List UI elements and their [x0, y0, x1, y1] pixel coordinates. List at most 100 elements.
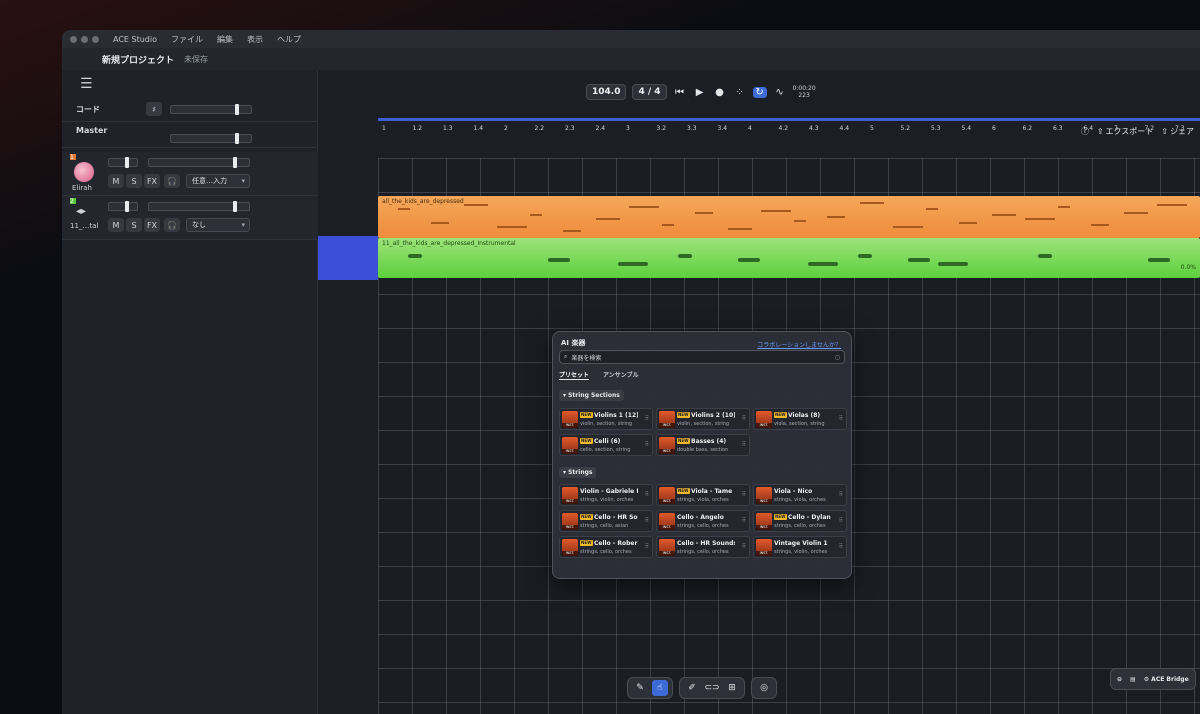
drag-handle-icon[interactable]: ⠿ — [839, 517, 843, 524]
drag-handle-icon[interactable]: ⠿ — [839, 543, 843, 550]
vocal-note[interactable] — [1157, 204, 1187, 206]
vocal-note[interactable] — [662, 224, 674, 226]
drag-handle-icon[interactable]: ⠿ — [645, 543, 649, 550]
instrument-card[interactable]: INST. NEW Violins 1 (12) violin, section, s… — [559, 408, 653, 430]
window-controls[interactable] — [70, 35, 99, 43]
vocal-note[interactable] — [1091, 224, 1109, 226]
master-volume-fader[interactable] — [170, 133, 252, 144]
instrument-card[interactable]: INST. Cello - Angelo strings, cello, orche… — [656, 510, 750, 532]
vocal-note[interactable] — [464, 204, 488, 206]
track-volume-fader[interactable] — [148, 201, 250, 212]
chord-volume-fader[interactable] — [170, 104, 252, 115]
vocal-note[interactable] — [563, 230, 581, 232]
vocal-note[interactable] — [431, 222, 449, 224]
chord-add-icon[interactable]: ♯ — [146, 102, 162, 116]
project-title[interactable]: 新規プロジェクト — [102, 53, 174, 66]
vocal-note[interactable] — [1025, 218, 1055, 220]
bridge-doc-icon[interactable]: ▤ — [1130, 676, 1136, 683]
instrument-card[interactable]: INST. Viola - Nico strings, viola, orches ⠿ — [753, 484, 847, 506]
track-row-1[interactable]: 1 Elirah M S FX 🎧 任意…入力 ▾ — [62, 152, 318, 196]
rewind-icon[interactable]: ⏮ — [673, 87, 687, 98]
vocal-note[interactable] — [992, 214, 1016, 216]
headphones-icon[interactable]: 🎧 — [164, 218, 180, 232]
instrument-card[interactable]: INST. NEW Violins 2 (10) violin, section, s… — [656, 408, 750, 430]
ace-bridge-button[interactable]: ⚙ ACE Bridge — [1144, 676, 1189, 683]
track-name[interactable]: Elirah — [72, 184, 92, 192]
instrument-card[interactable]: INST. NEW Cello - Rober strings, cello, orc… — [559, 536, 653, 558]
instrument-card[interactable]: INST. NEW Celli (6) cello, section, string ⠿ — [559, 434, 653, 456]
instrument-card[interactable]: INST. NEW Viola - Tame strings, viola, orch… — [656, 484, 750, 506]
headphones-icon[interactable]: 🎧 — [164, 174, 180, 188]
track-volume-fader[interactable] — [148, 157, 250, 168]
solo-button[interactable]: S — [126, 174, 142, 188]
tab-presets[interactable]: プリセット — [559, 370, 590, 380]
time-signature-field[interactable]: 4 / 4 — [632, 84, 667, 100]
vocal-note[interactable] — [1058, 206, 1070, 208]
record-icon[interactable]: ● — [713, 87, 727, 98]
menu-view[interactable]: 表示 — [247, 34, 263, 45]
drag-handle-icon[interactable]: ⠿ — [839, 491, 843, 498]
track-pan[interactable] — [108, 201, 138, 212]
instrument-card[interactable]: INST. Vintage Violin 1 strings, violin, or… — [753, 536, 847, 558]
link-icon[interactable]: ⊂⊃ — [704, 680, 720, 696]
instrument-card[interactable]: INST. Violin - Gabriele B strings, violin,… — [559, 484, 653, 506]
drag-handle-icon[interactable]: ⠿ — [645, 517, 649, 524]
section-strings[interactable]: ▾ Strings — [559, 467, 597, 478]
mute-button[interactable]: M — [108, 218, 124, 232]
collaboration-link[interactable]: コラボレーションしませんか？ — [757, 340, 841, 349]
target-icon[interactable]: ◎ — [756, 680, 772, 696]
vocal-note[interactable] — [1124, 212, 1148, 214]
vocal-note[interactable] — [728, 228, 752, 230]
vocal-note[interactable] — [959, 222, 977, 224]
waveform-icon[interactable]: ∿ — [773, 87, 787, 98]
drag-handle-icon[interactable]: ⠿ — [742, 441, 746, 448]
instrument-card[interactable]: INST. NEW Basses (4) double bass, section ⠿ — [656, 434, 750, 456]
drag-handle-icon[interactable]: ⠿ — [742, 491, 746, 498]
vocal-note[interactable] — [596, 218, 620, 220]
clear-icon[interactable]: ○ — [835, 354, 840, 361]
instrument-card[interactable]: INST. NEW Cello - HR So strings, cello, asi… — [559, 510, 653, 532]
vocal-note[interactable] — [926, 208, 938, 210]
section-string-sections[interactable]: ▾ String Sections — [559, 390, 624, 401]
fx-button[interactable]: FX — [144, 174, 160, 188]
input-select[interactable]: なし ▾ — [186, 218, 250, 232]
solo-button[interactable]: S — [126, 218, 142, 232]
fx-button[interactable]: FX — [144, 218, 160, 232]
drag-handle-icon[interactable]: ⠿ — [742, 415, 746, 422]
bridge-settings-icon[interactable]: ⊖ — [1117, 676, 1122, 683]
vocal-note[interactable] — [860, 202, 884, 204]
drag-handle-icon[interactable]: ⠿ — [839, 415, 843, 422]
tempo-field[interactable]: 104.0 — [586, 84, 627, 100]
pointer-icon[interactable]: ☝ — [652, 680, 668, 696]
loop-icon[interactable]: ↻ — [752, 86, 767, 98]
vocal-note[interactable] — [794, 220, 806, 222]
grid-icon[interactable]: ⊞ — [724, 680, 740, 696]
vocal-region[interactable]: all_the_kids_are_depressed — [378, 196, 1200, 238]
vocal-note[interactable] — [827, 216, 845, 218]
menu-app[interactable]: ACE Studio — [113, 35, 157, 44]
singer-avatar[interactable] — [74, 162, 94, 182]
vocal-note[interactable] — [530, 214, 542, 216]
menu-edit[interactable]: 編集 — [217, 34, 233, 45]
menu-icon[interactable]: ☰ — [80, 76, 93, 92]
instrument-card[interactable]: INST. NEW Cello - Dylan strings, cello, orc… — [753, 510, 847, 532]
metronome-icon[interactable]: ⁘ — [733, 87, 747, 98]
vocal-note[interactable] — [629, 206, 659, 208]
pencil-icon[interactable]: ✎ — [632, 680, 648, 696]
menu-file[interactable]: ファイル — [171, 34, 203, 45]
vocal-note[interactable] — [497, 226, 527, 228]
input-select[interactable]: 任意…入力 ▾ — [186, 174, 250, 188]
tab-ensemble[interactable]: アンサンブル — [603, 370, 639, 380]
brush-icon[interactable]: ✐ — [684, 680, 700, 696]
track-pan[interactable] — [108, 157, 138, 168]
vocal-note[interactable] — [398, 208, 410, 210]
instrument-card[interactable]: INST. Cello - HR Sounds strings, cello, or… — [656, 536, 750, 558]
mute-button[interactable]: M — [108, 174, 124, 188]
vocal-note[interactable] — [893, 226, 923, 228]
drag-handle-icon[interactable]: ⠿ — [645, 491, 649, 498]
vocal-note[interactable] — [695, 212, 713, 214]
track-row-2[interactable]: 2 ◂▸ 11_…tal M S FX 🎧 なし ▾ — [62, 196, 318, 240]
drag-handle-icon[interactable]: ⠿ — [645, 441, 649, 448]
instrument-card[interactable]: INST. NEW Violas (8) viola, section, string… — [753, 408, 847, 430]
drag-handle-icon[interactable]: ⠿ — [742, 543, 746, 550]
